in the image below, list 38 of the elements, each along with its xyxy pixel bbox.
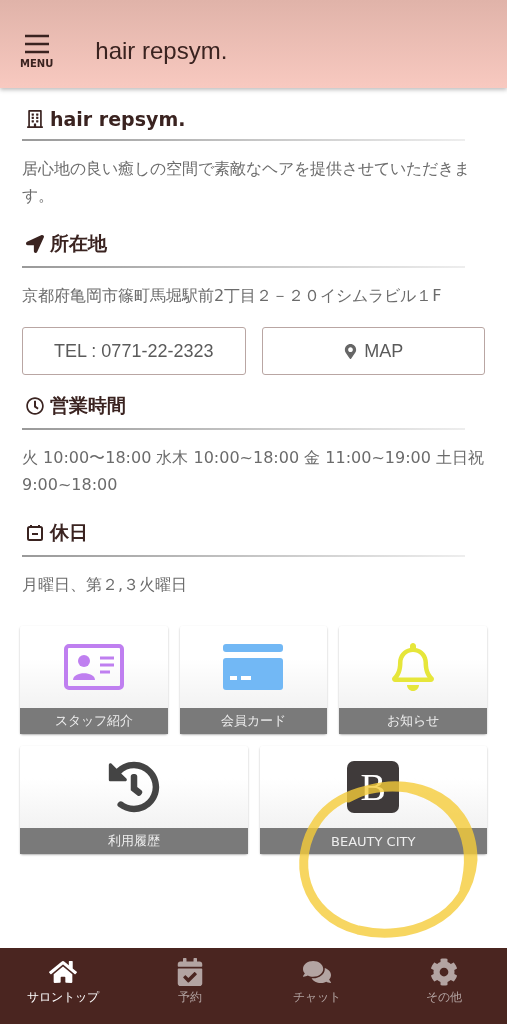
tile-label: 利用履歴 (20, 828, 248, 854)
section-heading: 所在地 (50, 231, 107, 256)
home-icon (49, 958, 78, 986)
section-text: 火 10:00〜18:00 水木 10:00~18:00 金 11:00~19:00 土日祝 9:00~18:00 (22, 447, 485, 496)
menu-tile[interactable]: お知らせ (339, 626, 487, 734)
nav-tab[interactable]: サロントップ (13, 958, 114, 1006)
tile-label: 会員カード (179, 708, 328, 734)
nav-tab[interactable]: その他 (393, 958, 494, 1006)
tile-label: BEAUTY CITY (259, 828, 487, 854)
history-icon (107, 761, 160, 813)
settings-icon (429, 958, 458, 986)
nav-tab[interactable]: 予約 (140, 958, 241, 1006)
menu-tile[interactable]: 利用履歴 (20, 746, 248, 854)
menu-tile[interactable]: スタッフ紹介 (20, 626, 168, 734)
id-card-icon (63, 644, 124, 690)
chat-icon (302, 958, 331, 986)
menu-tile[interactable]: B BEAUTY CITY (259, 746, 487, 854)
section-text: 月曜日、第２,３火曜日 (22, 574, 189, 596)
section-heading: hair repsym. (50, 108, 186, 130)
navigation-arrow-icon (26, 235, 44, 253)
section-heading: 休日 (50, 520, 88, 545)
tile-label: お知らせ (339, 708, 487, 734)
menu-tile[interactable]: 会員カード (179, 626, 328, 734)
map-pin-icon (343, 343, 359, 359)
map-button[interactable]: MAP (261, 327, 485, 375)
calendar-check-icon (176, 958, 205, 986)
section-text: 京都府亀岡市篠町馬堀駅前2丁目２－２０イシムラビル１F (22, 285, 443, 307)
clock-icon (26, 397, 44, 415)
phone-button[interactable]: TEL : 0771-22-2323 (22, 327, 246, 375)
tile-label: スタッフ紹介 (20, 708, 168, 734)
section-text: 居心地の良い癒しの空間で素敵なヘアを提供させていただきます。 (22, 158, 471, 207)
menu-button[interactable]: MENU (20, 33, 54, 69)
calendar-icon (26, 524, 44, 542)
app-title: hair repsym. (95, 37, 228, 65)
credit-card-icon (223, 644, 284, 690)
section-heading: 営業時間 (50, 393, 126, 418)
building-icon (26, 110, 44, 128)
nav-tab[interactable]: チャット (266, 958, 367, 1006)
